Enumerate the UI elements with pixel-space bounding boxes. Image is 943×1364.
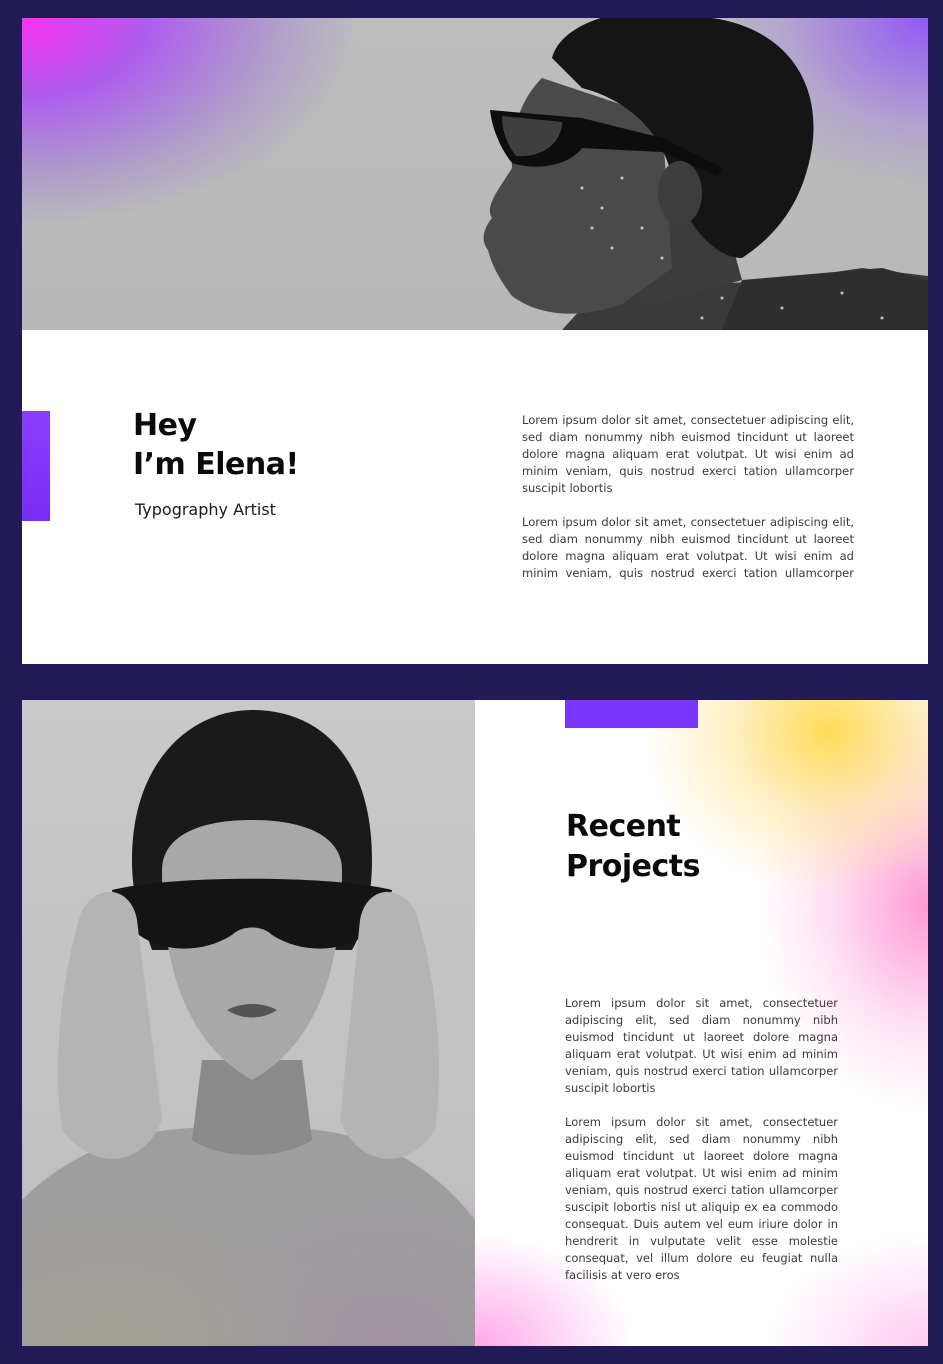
accent-bar-top: [565, 700, 698, 728]
portrait-photo-woman-sunglasses: [22, 700, 475, 1346]
portrait-silhouette-man: [483, 18, 928, 330]
intro-slide: Hey I’m Elena! Typography Artist Lorem i…: [22, 18, 928, 664]
intro-subtitle: Typography Artist: [135, 500, 276, 519]
intro-paragraph-2: Lorem ipsum dolor sit amet, consectetuer…: [522, 515, 854, 584]
projects-body-text: Lorem ipsum dolor sit amet, consectetuer…: [565, 995, 838, 1301]
heading-line-2: I’m Elena!: [133, 447, 299, 482]
portrait-silhouette-woman: [22, 710, 475, 1346]
projects-paragraph-2: Lorem ipsum dolor sit amet, consectetuer…: [565, 1115, 838, 1282]
hero-photo-man-sunglasses: [22, 18, 928, 330]
accent-bar: [22, 411, 50, 521]
projects-heading-line-2: Projects: [566, 849, 701, 884]
intro-paragraph-1: Lorem ipsum dolor sit amet, consectetuer…: [522, 413, 854, 495]
projects-paragraph-1: Lorem ipsum dolor sit amet, consectetuer…: [565, 996, 838, 1095]
projects-heading: Recent Projects: [566, 807, 701, 887]
heading-line-1: Hey: [133, 408, 197, 443]
intro-heading: Hey I’m Elena!: [133, 406, 453, 484]
projects-heading-line-1: Recent: [566, 809, 681, 844]
portfolio-page: Hey I’m Elena! Typography Artist Lorem i…: [0, 0, 943, 1364]
projects-slide: Recent Projects Lorem ipsum dolor sit am…: [22, 700, 928, 1346]
intro-body-text: Lorem ipsum dolor sit amet, consectetuer…: [522, 412, 854, 584]
